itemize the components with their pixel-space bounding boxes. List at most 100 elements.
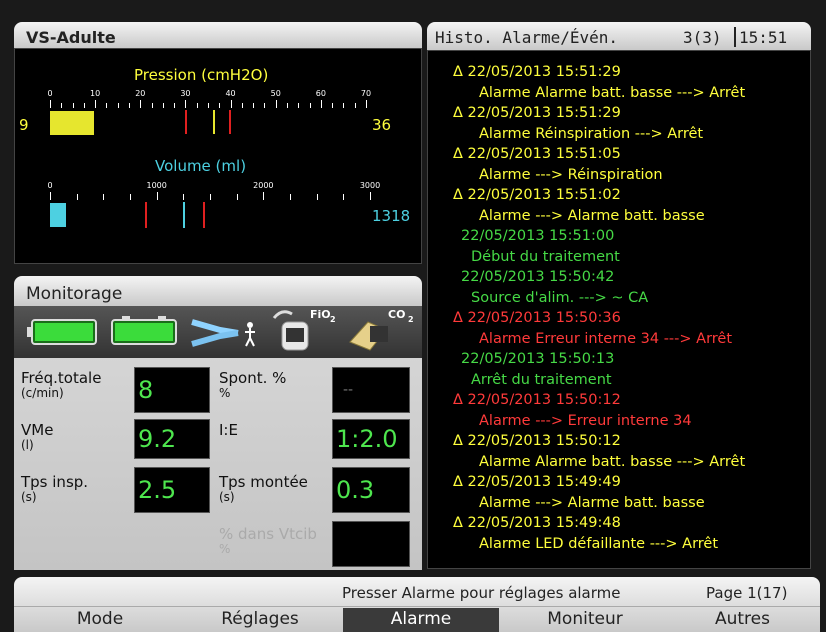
volume-tick — [103, 194, 105, 200]
monitoring-header: Monitorage — [14, 276, 422, 306]
insp-time-value: 2.5 — [134, 467, 210, 513]
battery-external-icon — [110, 316, 180, 346]
pressure-tick — [320, 100, 322, 108]
total-rate-label-text: Fréq.totale — [21, 369, 102, 387]
vt-target-percent-unit: % — [219, 542, 231, 556]
log-entry-timestamp: Δ 22/05/2013 15:51:29 — [453, 64, 621, 80]
volume-tick-label: 1000 — [146, 181, 167, 190]
spont-percent-unit: % — [219, 386, 231, 400]
volume-tick — [316, 194, 318, 200]
pressure-tick — [287, 103, 288, 108]
log-entry-message: Alarme ---> Alarme batt. basse — [479, 494, 705, 511]
rise-time-label-text: Tps montée — [219, 473, 308, 491]
log-entry-timestamp: Δ 22/05/2013 15:50:12 — [453, 392, 621, 408]
minute-volume-label: VMe (l) — [21, 423, 53, 453]
volume-tick — [50, 192, 51, 200]
pressure-tick — [50, 100, 51, 108]
volume-low-alarm-marker — [145, 202, 147, 228]
pressure-label: Pression (cmH2O) — [134, 66, 269, 84]
log-entry-timestamp: Δ 22/05/2013 15:51:29 — [453, 105, 621, 121]
pressure-tick-label: 10 — [90, 89, 101, 98]
fio2-sensor-icon: FiO 2 — [268, 308, 338, 354]
pressure-peak-value: 36 — [372, 116, 392, 134]
log-entry-timestamp: Δ 22/05/2013 15:49:48 — [453, 515, 621, 531]
pressure-tick — [366, 100, 367, 108]
rise-time-unit: (s) — [219, 490, 235, 504]
pressure-limit-marker — [229, 110, 231, 134]
volume-value: 1318 — [372, 207, 411, 225]
insp-time-label: Tps insp. (s) — [21, 475, 88, 505]
log-entry-message: Arrêt du traitement — [471, 371, 612, 388]
volume-tick — [370, 192, 371, 200]
pressure-tick — [162, 103, 164, 108]
clock: 15:51 — [739, 28, 788, 47]
pressure-tick — [95, 100, 97, 108]
pressure-tick-label: 30 — [180, 89, 191, 98]
page-indicator: Page 1(17) — [706, 584, 788, 602]
pressure-tick — [354, 103, 356, 108]
pressure-tick — [185, 100, 187, 108]
total-rate-value: 8 — [134, 367, 210, 413]
pressure-tick — [309, 103, 311, 108]
pressure-tick — [151, 103, 153, 108]
volume-tick — [290, 194, 291, 200]
pressure-tick — [129, 103, 130, 108]
pressure-tick-label: 20 — [135, 89, 146, 98]
log-entry-message: Alarme LED défaillante ---> Arrêt — [479, 535, 719, 552]
volume-tick — [76, 194, 78, 200]
fio2-subscript: 2 — [330, 315, 336, 324]
volume-bar — [50, 203, 66, 227]
volume-tick-label: 3000 — [359, 181, 381, 190]
minute-volume-value: 9.2 — [134, 419, 210, 459]
alarm-count: 3(3) — [683, 28, 722, 47]
pressure-tick — [208, 103, 209, 108]
rise-time-label: Tps montée (s) — [219, 475, 308, 505]
pressure-tick — [298, 103, 300, 108]
tab-moniteur[interactable]: Moniteur — [505, 608, 665, 632]
log-entry-timestamp: 22/05/2013 15:50:42 — [461, 269, 615, 285]
volume-tick — [130, 194, 131, 200]
alarm-history-title: Histo. Alarme/Évén. — [435, 28, 619, 47]
spont-percent-value: -- — [332, 367, 410, 413]
pressure-tick — [140, 100, 142, 108]
alarm-history-header: Histo. Alarme/Évén. 3(3) 15:51 — [427, 22, 811, 50]
pressure-tick-label: 50 — [270, 89, 281, 98]
volume-target-marker — [183, 202, 185, 228]
pressure-tick-label: 70 — [360, 89, 372, 98]
pressure-tick-label: 0 — [47, 89, 53, 98]
pressure-tick — [61, 103, 63, 108]
log-entry-message: Début du traitement — [471, 248, 620, 265]
log-entry-timestamp: Δ 22/05/2013 15:50:12 — [453, 433, 621, 449]
insp-time-label-text: Tps insp. — [21, 473, 89, 491]
log-entry-timestamp: Δ 22/05/2013 15:49:49 — [453, 474, 621, 490]
log-entry-message: Alarme Alarme batt. basse ---> Arrêt — [479, 84, 746, 101]
pressure-high-alarm-marker — [185, 110, 187, 134]
pressure-tick — [241, 103, 243, 108]
pressure-tick — [230, 100, 232, 108]
pressure-bar — [50, 111, 94, 135]
log-entry-message: Source d'alim. ---> ~ CA — [471, 289, 649, 306]
log-entry-message: Alarme ---> Alarme batt. basse — [479, 207, 705, 224]
alarm-history-log[interactable]: Δ 22/05/2013 15:51:29 Alarme Alarme batt.… — [427, 50, 811, 569]
tab-autres[interactable]: Autres — [665, 608, 820, 632]
tab-reglages[interactable]: Réglages — [180, 608, 340, 632]
pressure-peak-marker — [213, 110, 215, 134]
footer-tab-divider — [14, 606, 820, 607]
co2-subscript: 2 — [408, 315, 414, 324]
pressure-tick — [264, 103, 266, 108]
tab-alarme[interactable]: Alarme — [343, 608, 499, 632]
total-rate-label: Fréq.totale (c/min) — [21, 371, 101, 401]
log-entry-message: Alarme Erreur interne 34 ---> Arrêt — [479, 330, 733, 347]
pressure-tick — [275, 100, 277, 108]
volume-tick — [236, 194, 238, 200]
log-entry-message: Alarme ---> Erreur interne 34 — [479, 412, 692, 429]
log-entry-timestamp: Δ 22/05/2013 15:50:36 — [453, 310, 621, 326]
volume-tick — [263, 192, 265, 200]
spont-percent-label: Spont. % % — [219, 371, 286, 401]
spont-percent-label-text: Spont. % — [219, 369, 287, 387]
tab-mode[interactable]: Mode — [20, 608, 180, 632]
header-separator — [734, 27, 736, 47]
rise-time-value: 0.3 — [332, 467, 410, 513]
volume-tick-label: 2000 — [253, 181, 274, 190]
volume-tick — [343, 194, 345, 200]
